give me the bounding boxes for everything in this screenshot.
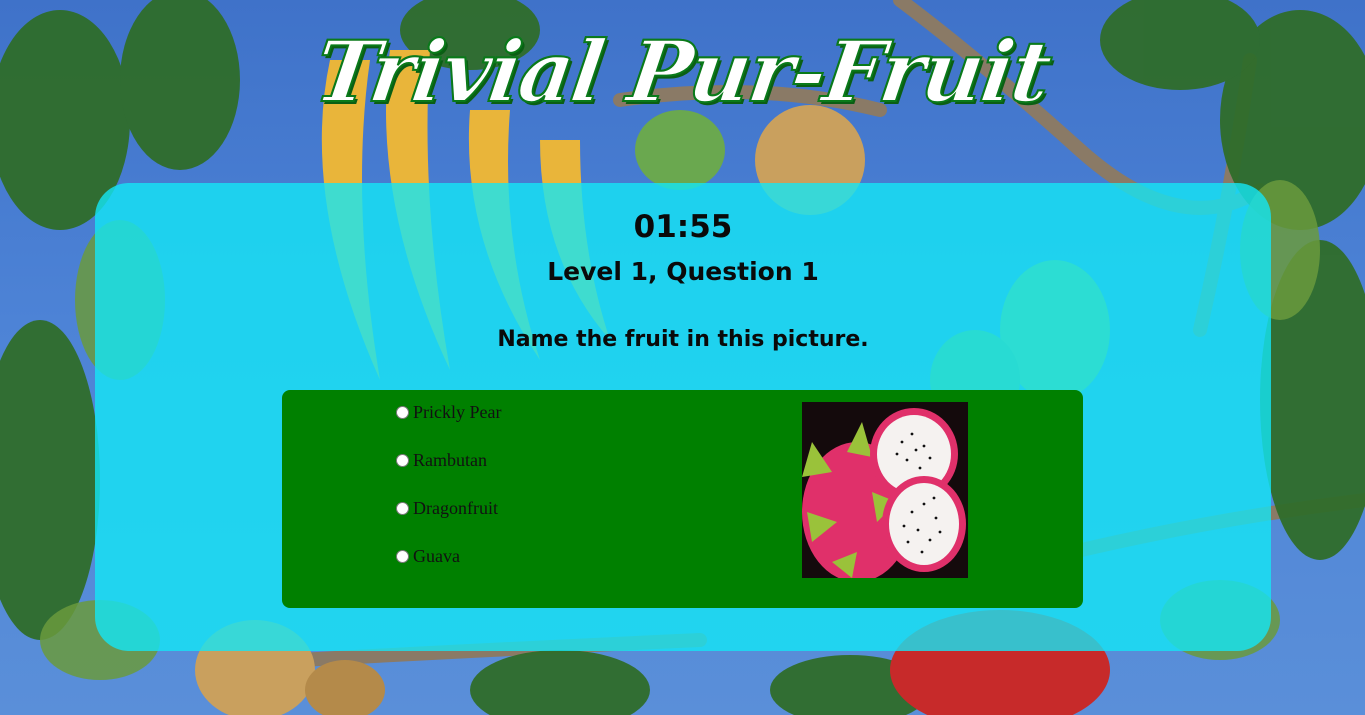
radio-button-icon[interactable]: [396, 406, 409, 419]
countdown-timer: 01:55: [633, 209, 733, 245]
dragonfruit-image: [802, 402, 968, 578]
answer-option-dragonfruit[interactable]: Dragonfruit: [396, 498, 498, 519]
answer-option-label: Dragonfruit: [413, 498, 498, 518]
radio-button-icon[interactable]: [396, 550, 409, 563]
radio-button-icon[interactable]: [396, 502, 409, 515]
answer-option-label: Guava: [413, 546, 460, 566]
app-title: Trivial Pur-Fruit: [308, 21, 1056, 122]
answer-option-guava[interactable]: Guava: [396, 546, 460, 567]
answer-option-label: Prickly Pear: [413, 402, 502, 422]
answer-option-rambutan[interactable]: Rambutan: [396, 450, 487, 471]
answer-box: Prickly Pear Rambutan Dragonfruit Guava: [282, 390, 1083, 608]
question-text: Name the fruit in this picture.: [497, 327, 869, 352]
level-question-indicator: Level 1, Question 1: [547, 257, 819, 286]
answer-option-prickly-pear[interactable]: Prickly Pear: [396, 402, 501, 423]
radio-button-icon[interactable]: [396, 454, 409, 467]
quiz-panel: 01:55 Level 1, Question 1 Name the fruit…: [95, 183, 1271, 651]
answer-option-label: Rambutan: [413, 450, 487, 470]
